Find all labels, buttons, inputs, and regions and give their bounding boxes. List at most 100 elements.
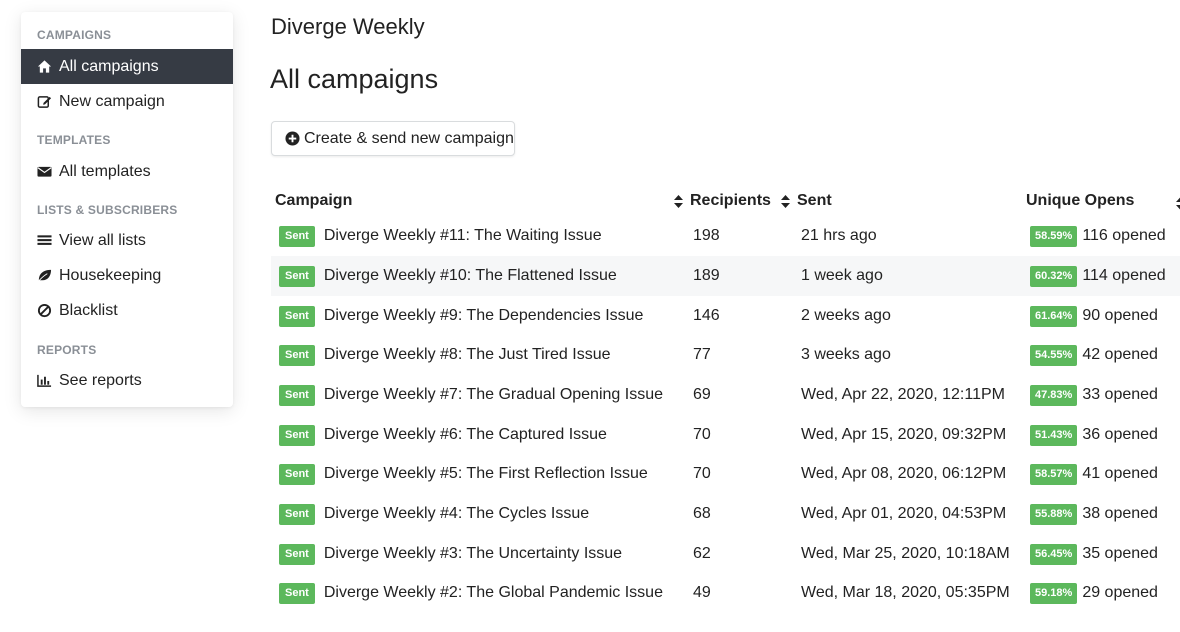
campaign-link[interactable]: Diverge Weekly #4: The Cycles Issue [324, 505, 589, 523]
sent-date: Wed, Apr 15, 2020, 09:32PM [801, 426, 1007, 443]
table-row: Sent Diverge Weekly #5: The First Reflect… [271, 454, 1180, 494]
campaign-link[interactable]: Diverge Weekly #5: The First Reflection … [324, 465, 648, 483]
table-row: Sent Diverge Weekly #8: The Just Tired Is… [271, 335, 1180, 375]
recipients-count: 69 [693, 386, 711, 403]
table-row: Sent Diverge Weekly #3: The Uncertainty I… [271, 534, 1180, 574]
status-badge: Sent [279, 265, 315, 287]
page-title: All campaigns [270, 64, 439, 94]
open-rate-badge: 59.18% [1030, 582, 1078, 604]
sort-icon [1176, 197, 1180, 210]
recipients-count: 70 [693, 465, 711, 482]
list-icon [37, 235, 52, 245]
column-header-unique-opens[interactable]: Unique Opens [1026, 192, 1134, 210]
section-heading-reports: REPORTS [37, 343, 97, 357]
campaign-link[interactable]: Diverge Weekly #2: The Global Pandemic I… [324, 584, 663, 602]
sidebar-item-label: See reports [59, 371, 142, 389]
status-badge: Sent [279, 503, 315, 525]
table-row: Sent Diverge Weekly #9: The Dependencies … [271, 296, 1180, 336]
sidebar-item-see-reports[interactable]: See reports [21, 363, 233, 398]
column-header-recipients[interactable]: Recipients [674, 192, 771, 210]
campaign-link[interactable]: Diverge Weekly #8: The Just Tired Issue [324, 346, 611, 364]
campaign-link[interactable]: Diverge Weekly #11: The Waiting Issue [324, 227, 602, 245]
sidebar-item-all-templates[interactable]: All templates [21, 154, 233, 189]
table-row: Sent Diverge Weekly #11: The Waiting Issu… [271, 216, 1180, 256]
table-row: Sent Diverge Weekly #10: The Flattened Is… [271, 256, 1180, 296]
sidebar: CAMPAIGNS All campaigns New campaign TEM… [21, 12, 233, 407]
create-campaign-button[interactable]: Create & send new campaign [271, 121, 515, 156]
sidebar-item-all-campaigns[interactable]: All campaigns [21, 49, 233, 84]
sent-date: 1 week ago [801, 267, 883, 284]
leaf-icon [37, 269, 52, 283]
recipients-count: 77 [693, 346, 711, 363]
edit-icon [37, 96, 52, 108]
sidebar-item-label: View all lists [59, 231, 146, 249]
sent-date: Wed, Mar 25, 2020, 10:18AM [801, 545, 1010, 562]
sidebar-item-label: Housekeeping [59, 266, 162, 284]
section-heading-campaigns: CAMPAIGNS [37, 28, 112, 42]
sidebar-item-label: Blacklist [59, 301, 118, 319]
sort-icon [674, 194, 683, 208]
campaign-link[interactable]: Diverge Weekly #9: The Dependencies Issu… [324, 307, 644, 325]
status-badge: Sent [279, 543, 315, 565]
campaign-link[interactable]: Diverge Weekly #7: The Gradual Opening I… [324, 386, 663, 404]
status-badge: Sent [279, 582, 315, 604]
column-header-sent[interactable]: Sent [781, 192, 832, 210]
table-row: Sent Diverge Weekly #6: The Captured Issu… [271, 415, 1180, 455]
open-rate-badge: 56.45% [1030, 543, 1078, 565]
sent-date: Wed, Apr 22, 2020, 12:11PM [801, 386, 1005, 403]
recipients-count: 49 [693, 584, 711, 601]
sidebar-item-label: All templates [59, 162, 151, 180]
recipients-count: 198 [693, 227, 720, 244]
sidebar-item-blacklist[interactable]: Blacklist [21, 293, 233, 328]
section-heading-templates: TEMPLATES [37, 133, 111, 147]
opened-count: 33 opened [1082, 386, 1158, 403]
sidebar-item-label: All campaigns [59, 57, 159, 75]
sidebar-item-view-all-lists[interactable]: View all lists [21, 223, 233, 258]
sidebar-item-new-campaign[interactable]: New campaign [21, 84, 233, 119]
status-badge: Sent [279, 424, 315, 446]
opened-count: 38 opened [1082, 505, 1158, 522]
home-icon [37, 60, 52, 73]
status-badge: Sent [279, 225, 315, 247]
campaign-link[interactable]: Diverge Weekly #10: The Flattened Issue [324, 267, 617, 285]
sent-date: Wed, Apr 01, 2020, 04:53PM [801, 505, 1007, 522]
opened-count: 114 opened [1082, 267, 1166, 284]
campaign-link[interactable]: Diverge Weekly #6: The Captured Issue [324, 426, 607, 444]
status-badge: Sent [279, 305, 315, 327]
open-rate-badge: 61.64% [1030, 305, 1078, 327]
create-campaign-label: Create & send new campaign [304, 129, 514, 147]
recipients-count: 189 [693, 267, 720, 284]
opened-count: 36 opened [1082, 426, 1158, 443]
opened-count: 116 opened [1082, 227, 1166, 244]
envelope-icon [37, 166, 52, 177]
status-badge: Sent [279, 384, 315, 406]
open-rate-badge: 47.83% [1030, 384, 1078, 406]
column-header-campaign[interactable]: Campaign [275, 192, 352, 210]
sent-date: 3 weeks ago [801, 346, 891, 363]
opened-count: 35 opened [1082, 545, 1158, 562]
open-rate-badge: 60.32% [1030, 265, 1078, 287]
recipients-count: 146 [693, 307, 720, 324]
sidebar-item-housekeeping[interactable]: Housekeeping [21, 258, 233, 293]
sent-date: 2 weeks ago [801, 307, 891, 324]
table-row: Sent Diverge Weekly #4: The Cycles Issue … [271, 494, 1180, 534]
status-badge: Sent [279, 344, 315, 366]
recipients-count: 68 [693, 505, 711, 522]
open-rate-badge: 58.57% [1030, 463, 1078, 485]
open-rate-badge: 54.55% [1030, 344, 1078, 366]
sent-date: Wed, Mar 18, 2020, 05:35PM [801, 584, 1010, 601]
status-badge: Sent [279, 463, 315, 485]
table-row: Sent Diverge Weekly #2: The Global Pandem… [271, 573, 1180, 613]
opened-count: 42 opened [1082, 346, 1158, 363]
app-title: Diverge Weekly [271, 14, 425, 39]
opened-count: 29 opened [1082, 584, 1158, 601]
opened-count: 90 opened [1082, 307, 1158, 324]
section-heading-lists: LISTS & SUBSCRIBERS [37, 203, 178, 217]
open-rate-badge: 51.43% [1030, 424, 1078, 446]
campaign-link[interactable]: Diverge Weekly #3: The Uncertainty Issue [324, 545, 622, 563]
recipients-count: 62 [693, 545, 711, 562]
opened-count: 41 opened [1082, 465, 1158, 482]
sent-date: Wed, Apr 08, 2020, 06:12PM [801, 465, 1007, 482]
open-rate-badge: 58.59% [1030, 225, 1078, 247]
table-row: Sent Diverge Weekly #7: The Gradual Openi… [271, 375, 1180, 415]
